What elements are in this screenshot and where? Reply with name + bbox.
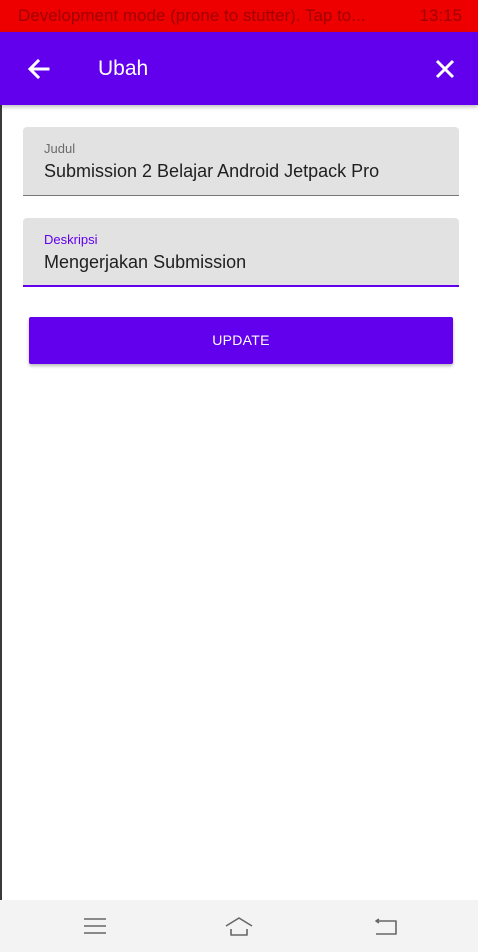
update-button[interactable]: UPDATE <box>29 317 453 364</box>
back-icon <box>375 918 397 935</box>
close-icon <box>435 59 455 79</box>
system-nav-bar <box>0 900 478 952</box>
home-button[interactable] <box>224 913 254 939</box>
close-button[interactable] <box>430 54 460 84</box>
status-time: 13:15 <box>419 6 462 25</box>
status-message[interactable]: Development mode (prone to stutter). Tap… <box>18 0 365 32</box>
judul-input[interactable] <box>44 161 444 182</box>
arrow-left-icon <box>27 58 50 80</box>
menu-button[interactable] <box>80 913 110 939</box>
back-button[interactable] <box>24 54 54 84</box>
app-bar: Ubah <box>0 32 478 105</box>
judul-field[interactable]: Judul <box>23 127 459 196</box>
home-icon <box>225 917 253 936</box>
judul-label: Judul <box>44 141 76 156</box>
window-edge <box>0 32 2 900</box>
status-bar: Development mode (prone to stutter). Tap… <box>0 0 478 32</box>
deskripsi-label: Deskripsi <box>44 232 98 247</box>
page-title: Ubah <box>98 57 149 80</box>
deskripsi-field[interactable]: Deskripsi <box>23 218 459 287</box>
deskripsi-input[interactable] <box>44 252 444 273</box>
back-nav-button[interactable] <box>371 913 401 939</box>
menu-icon <box>84 918 106 934</box>
